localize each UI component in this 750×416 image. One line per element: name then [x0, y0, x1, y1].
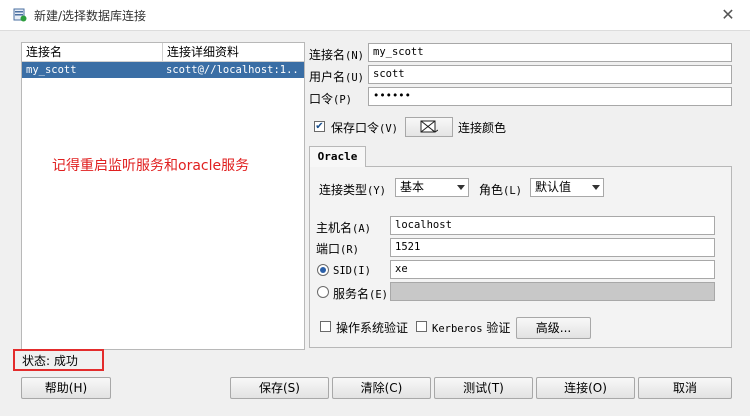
chevron-down-icon [592, 185, 600, 190]
role-label: 角色(L) [479, 183, 522, 197]
sid-field[interactable]: xe [390, 260, 715, 279]
tab-oracle[interactable]: Oracle [309, 146, 366, 167]
chevron-down-icon [457, 185, 465, 190]
list-header: 连接名 连接详细资料 [22, 43, 304, 62]
save-password-label: 保存口令(V) [331, 121, 398, 135]
port-field[interactable]: 1521 [390, 238, 715, 257]
database-icon [13, 8, 27, 22]
column-header-name[interactable]: 连接名 [22, 43, 163, 61]
username-field[interactable]: scott [368, 65, 732, 84]
sid-label: SID(I) [333, 265, 371, 277]
connection-list[interactable]: 连接名 连接详细资料 my_scott scott@//localhost:1.… [21, 42, 305, 350]
host-field[interactable]: localhost [390, 216, 715, 235]
connection-color-label: 连接颜色 [458, 121, 507, 135]
service-name-field [390, 282, 715, 301]
role-select[interactable]: 默认值 [530, 178, 604, 197]
cancel-button[interactable]: 取消 [638, 377, 732, 399]
clear-button[interactable]: 清除(C) [332, 377, 431, 399]
conn-type-select[interactable]: 基本 [395, 178, 469, 197]
kerberos-checkbox[interactable] [416, 321, 427, 332]
list-row-my-scott[interactable]: my_scott scott@//localhost:1... [22, 62, 304, 78]
advanced-button[interactable]: 高级... [516, 317, 591, 339]
port-label: 端口(R) [316, 242, 359, 256]
close-button[interactable]: ✕ [718, 5, 738, 25]
save-button[interactable]: 保存(S) [230, 377, 329, 399]
password-field[interactable]: •••••• [368, 87, 732, 106]
row-name: my_scott [26, 64, 77, 76]
color-swatch-icon [420, 120, 438, 133]
column-header-details[interactable]: 连接详细资料 [163, 43, 243, 61]
conn-type-value: 基本 [400, 180, 425, 194]
os-auth-label: 操作系统验证 [336, 321, 409, 335]
role-value: 默认值 [535, 180, 572, 194]
row-details: scott@//localhost:1... [166, 64, 300, 76]
sid-radio[interactable] [317, 264, 329, 276]
annotation-note: 记得重启监听服务和oracle服务 [52, 158, 250, 174]
password-label: 口令(P) [309, 92, 352, 106]
conn-name-field[interactable]: my_scott [368, 43, 732, 62]
service-name-radio[interactable] [317, 286, 329, 298]
connection-color-button[interactable] [405, 117, 453, 137]
host-label: 主机名(A) [316, 221, 371, 235]
os-auth-checkbox[interactable] [320, 321, 331, 332]
username-label: 用户名(U) [309, 70, 364, 84]
connect-button[interactable]: 连接(O) [536, 377, 635, 399]
title-bar: 新建/选择数据库连接 ✕ [0, 0, 750, 30]
conn-name-label: 连接名(N) [309, 48, 364, 62]
status-text: 状态: 成功 [22, 354, 78, 368]
service-name-label: 服务名(E) [333, 287, 388, 301]
save-password-checkbox[interactable]: ✔ [314, 121, 325, 132]
help-button[interactable]: 帮助(H) [21, 377, 111, 399]
test-button[interactable]: 测试(T) [434, 377, 533, 399]
conn-type-label: 连接类型(Y) [319, 183, 386, 197]
window-title: 新建/选择数据库连接 [34, 9, 147, 23]
kerberos-label: Kerberos 验证 [432, 321, 511, 335]
